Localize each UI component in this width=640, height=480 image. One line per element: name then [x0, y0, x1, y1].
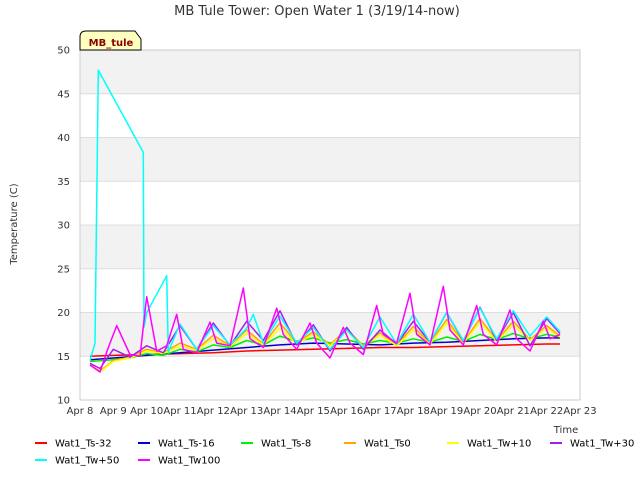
x-tick-label: Apr 13 [230, 406, 263, 417]
line-chart: 101520253035404550 Apr 8 Apr 9 Apr 10 Apr 1… [0, 0, 640, 480]
legend-label: Wat1_Ts-8 [261, 439, 311, 450]
x-tick-label: Apr 18 [397, 406, 430, 417]
chart-title: MB Tule Tower: Open Water 1 (3/19/14-now… [174, 4, 460, 19]
y-tick-label: 30 [57, 221, 70, 232]
x-tick-label: Apr 20 [463, 406, 496, 417]
x-tick-label: Apr 9 [100, 406, 127, 417]
x-tick-label: Apr 12 [197, 406, 230, 417]
background-band [80, 225, 580, 269]
y-tick-label: 10 [57, 396, 70, 407]
y-axis-title: Temperature (C) [9, 183, 20, 265]
x-tick-label: Apr 8 [67, 406, 94, 417]
y-tick-label: 45 [57, 89, 70, 100]
legend-label: Wat1_Ts-16 [158, 439, 215, 450]
legend-label: Wat1_Tw+10 [467, 439, 531, 450]
legend-label: Wat1_Ts-32 [55, 439, 112, 450]
x-tick-label: Apr 15 [297, 406, 330, 417]
legend-label: Wat1_Ts0 [364, 439, 411, 450]
y-tick-label: 15 [57, 352, 70, 363]
legend-label: Wat1_Tw+50 [55, 456, 119, 467]
legend-label: Wat1_Tw+30 [570, 439, 634, 450]
y-tick-label: 35 [57, 177, 70, 188]
x-tick-label: Apr 22 [530, 406, 563, 417]
background-band [80, 137, 580, 182]
x-tick-label: Apr 19 [430, 406, 463, 417]
y-tick-label: 40 [57, 133, 70, 144]
x-axis-ticks: Apr 8 Apr 9 Apr 10 Apr 11 Apr 12 Apr 13 Apr 14… [67, 406, 597, 417]
y-axis-ticks: 10 15 20 25 30 35 40 45 50 [57, 46, 70, 407]
x-tick-label: Apr 10 [130, 406, 163, 417]
legend-label: Wat1_Tw100 [158, 456, 220, 467]
y-tick-label: 50 [57, 46, 70, 57]
station-badge: MB_tule [79, 30, 142, 51]
x-tick-label: Apr 17 [363, 406, 396, 417]
x-tick-label: Apr 23 [563, 406, 596, 417]
x-tick-label: Apr 11 [163, 406, 196, 417]
badge-label: MB_tule [89, 38, 134, 49]
x-tick-label: Apr 16 [330, 406, 363, 417]
background-band [80, 50, 580, 94]
x-axis-title: Time [553, 425, 578, 436]
y-tick-label: 25 [57, 264, 70, 275]
x-tick-label: Apr 21 [497, 406, 530, 417]
x-tick-label: Apr 14 [263, 406, 296, 417]
y-tick-label: 20 [57, 308, 70, 319]
